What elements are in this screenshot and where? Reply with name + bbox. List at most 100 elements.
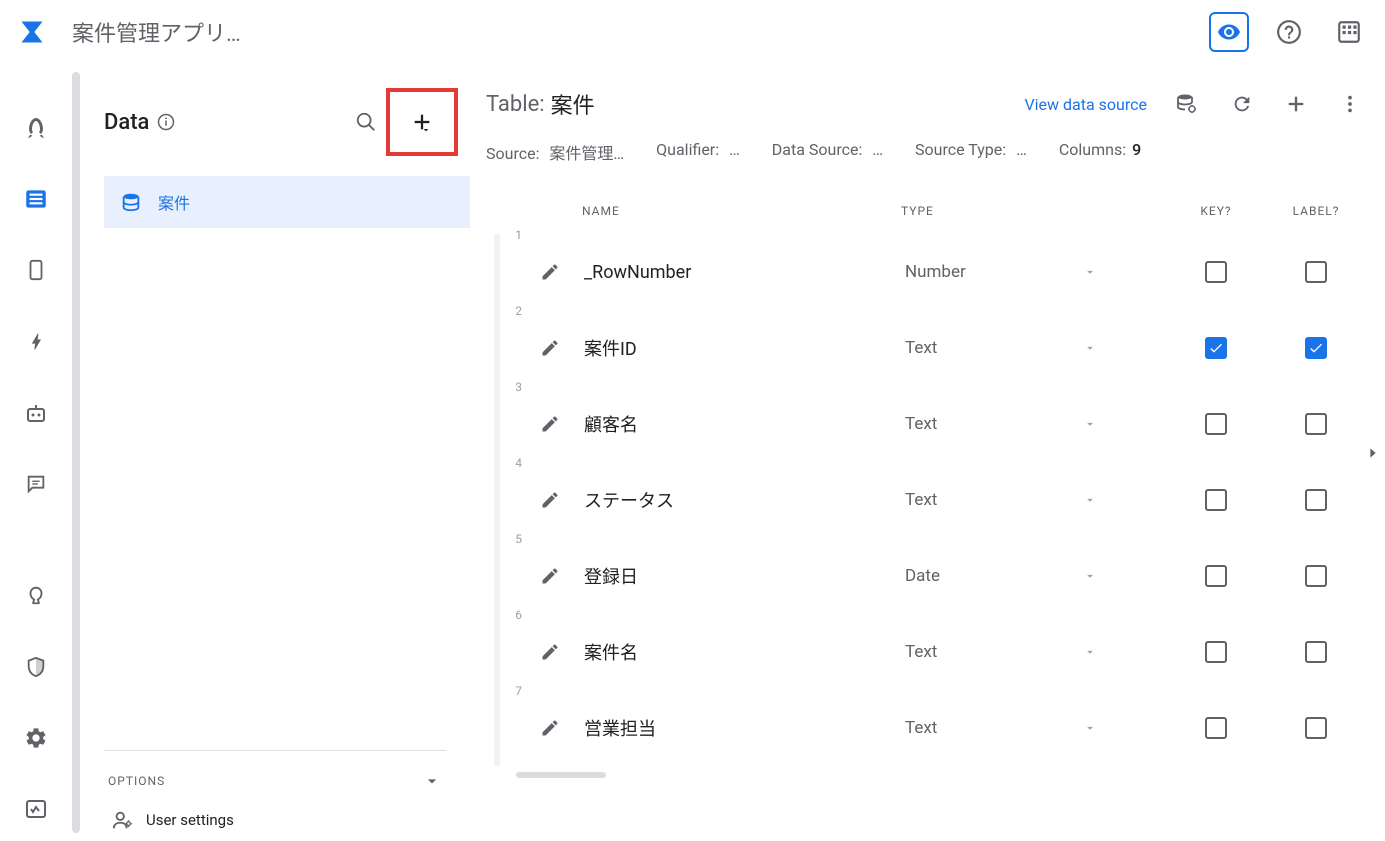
table-item-anken[interactable]: 案件	[104, 176, 470, 228]
datasource-value: …	[872, 140, 883, 159]
horizontal-scrollbar[interactable]	[516, 772, 606, 778]
type-select[interactable]: Text	[901, 330, 1101, 366]
type-select[interactable]: Text	[901, 406, 1101, 442]
key-checkbox[interactable]	[1205, 565, 1227, 587]
row-number: 5	[510, 532, 522, 546]
view-data-source-link[interactable]: View data source	[1024, 95, 1147, 114]
app-title: 案件管理アプリ…	[72, 16, 1209, 48]
data-panel: Data 案件 OPTIONS	[84, 64, 470, 841]
add-table-button[interactable]	[392, 94, 452, 150]
type-select[interactable]: Text	[901, 710, 1101, 746]
column-name: 営業担当	[572, 715, 901, 741]
type-select[interactable]: Date	[901, 558, 1101, 594]
refresh-icon[interactable]	[1231, 93, 1253, 115]
label-checkbox[interactable]	[1305, 641, 1327, 663]
columns-value: 9	[1132, 140, 1141, 159]
table-title-label: Table:	[486, 92, 545, 117]
search-button[interactable]	[346, 102, 386, 142]
column-row: 5 登録日 Date	[524, 538, 1361, 614]
source-value: 案件管理…	[549, 144, 624, 163]
expand-panel-button[interactable]	[1365, 445, 1381, 461]
more-menu-icon[interactable]	[1339, 93, 1361, 115]
label-checkbox[interactable]	[1305, 337, 1327, 359]
column-row: 6 案件名 Text	[524, 614, 1361, 690]
edit-icon[interactable]	[528, 490, 572, 510]
sourcetype-label: Source Type:	[915, 140, 1006, 159]
column-name: 登録日	[572, 563, 901, 589]
user-settings-icon	[112, 809, 134, 831]
key-checkbox[interactable]	[1205, 261, 1227, 283]
nav-rocket-icon[interactable]	[16, 112, 56, 143]
label-checkbox[interactable]	[1305, 489, 1327, 511]
header-type: TYPE	[901, 204, 1161, 218]
edit-icon[interactable]	[528, 414, 572, 434]
column-row: 2 案件ID Text	[524, 310, 1361, 386]
column-name: ステータス	[572, 487, 901, 513]
type-select[interactable]: Text	[901, 634, 1101, 670]
column-name: 案件ID	[572, 335, 901, 361]
label-checkbox[interactable]	[1305, 261, 1327, 283]
sourcetype-value: …	[1016, 140, 1027, 159]
edit-icon[interactable]	[528, 718, 572, 738]
nav-settings-icon[interactable]	[16, 722, 56, 753]
header-name: NAME	[526, 204, 901, 218]
table-title-value: 案件	[551, 88, 595, 120]
database-icon	[120, 191, 142, 213]
qualifier-value: …	[729, 140, 740, 159]
user-settings-label: User settings	[146, 811, 234, 829]
row-number: 7	[510, 684, 522, 698]
qualifier-label: Qualifier:	[656, 140, 719, 159]
nav-automation-icon[interactable]	[16, 397, 56, 428]
nav-security-icon[interactable]	[16, 651, 56, 682]
info-icon[interactable]	[157, 113, 175, 131]
key-checkbox[interactable]	[1205, 641, 1227, 663]
column-row: 3 顧客名 Text	[524, 386, 1361, 462]
left-nav	[0, 64, 72, 841]
nav-data-icon[interactable]	[16, 183, 56, 214]
help-button[interactable]	[1269, 12, 1309, 52]
add-column-icon[interactable]	[1285, 93, 1307, 115]
source-label: Source:	[486, 144, 539, 163]
header-label: LABEL?	[1271, 204, 1361, 218]
options-label: OPTIONS	[108, 774, 165, 788]
row-number: 1	[510, 228, 522, 242]
column-name: 案件名	[572, 639, 901, 665]
key-checkbox[interactable]	[1205, 489, 1227, 511]
edit-icon[interactable]	[528, 566, 572, 586]
chevron-down-icon	[422, 771, 442, 791]
main-panel: Table: 案件 View data source Source: 案件管理……	[470, 64, 1385, 841]
columns-label: Columns:	[1059, 140, 1126, 159]
row-number: 6	[510, 608, 522, 622]
options-toggle[interactable]: OPTIONS	[104, 763, 446, 799]
nav-views-icon[interactable]	[16, 255, 56, 286]
nav-actions-icon[interactable]	[16, 326, 56, 357]
app-header: 案件管理アプリ…	[0, 0, 1385, 64]
column-row: 1 _RowNumber Number	[524, 234, 1361, 310]
add-table-highlight	[386, 88, 458, 156]
datasource-settings-icon[interactable]	[1175, 92, 1199, 116]
nav-intelligence-icon[interactable]	[16, 580, 56, 611]
column-row: 7 営業担当 Text	[524, 690, 1361, 766]
preview-button[interactable]	[1209, 12, 1249, 52]
datasource-label: Data Source:	[772, 140, 863, 159]
key-checkbox[interactable]	[1205, 717, 1227, 739]
label-checkbox[interactable]	[1305, 413, 1327, 435]
row-number: 3	[510, 380, 522, 394]
key-checkbox[interactable]	[1205, 337, 1227, 359]
column-name: 顧客名	[572, 411, 901, 437]
label-checkbox[interactable]	[1305, 565, 1327, 587]
key-checkbox[interactable]	[1205, 413, 1227, 435]
type-select[interactable]: Text	[901, 482, 1101, 518]
nav-manage-icon[interactable]	[16, 794, 56, 825]
edit-icon[interactable]	[528, 642, 572, 662]
edit-icon[interactable]	[528, 262, 572, 282]
user-settings-button[interactable]: User settings	[104, 799, 446, 841]
app-logo	[16, 16, 48, 48]
table-name: 案件	[158, 190, 190, 214]
grid-menu-button[interactable]	[1329, 12, 1369, 52]
column-name: _RowNumber	[572, 262, 901, 283]
type-select[interactable]: Number	[901, 254, 1101, 290]
edit-icon[interactable]	[528, 338, 572, 358]
label-checkbox[interactable]	[1305, 717, 1327, 739]
nav-comments-icon[interactable]	[16, 468, 56, 499]
